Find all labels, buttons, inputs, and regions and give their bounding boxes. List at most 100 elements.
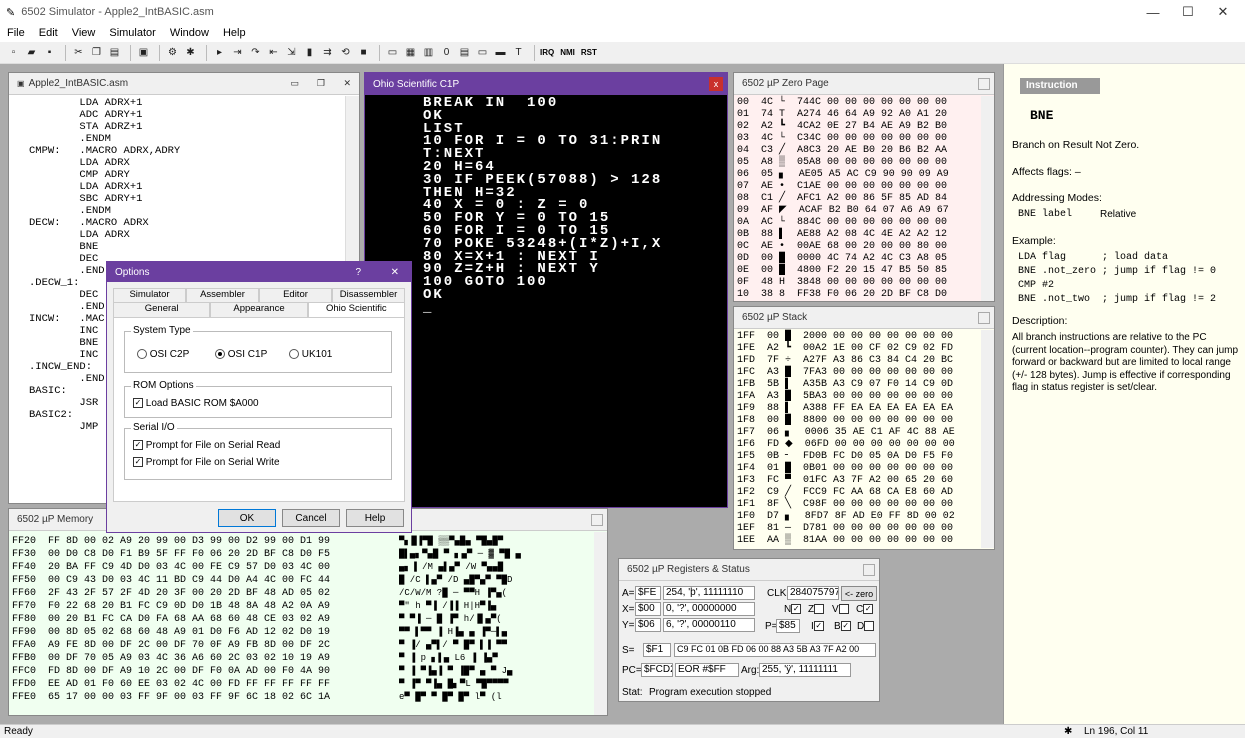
menu-simulator[interactable]: Simulator (102, 27, 162, 39)
close-icon[interactable]: ✕ (1200, 0, 1245, 24)
step-over-icon[interactable]: ↷ (248, 45, 263, 60)
menu-window[interactable]: Window (163, 27, 216, 39)
memory-close-icon[interactable] (591, 513, 603, 526)
options-tab[interactable]: General (113, 302, 211, 317)
y-register-field[interactable]: $06 (635, 618, 661, 632)
source-minimize-icon[interactable]: ▭ (290, 78, 299, 89)
flag-d-checkbox[interactable]: D (857, 621, 875, 632)
irq-button[interactable]: IRQ (540, 48, 554, 57)
zeropage-close-icon[interactable] (978, 77, 990, 90)
options-help-icon[interactable]: ? (355, 267, 361, 278)
flag-c-checkbox[interactable]: C ✓ (856, 604, 874, 615)
assemble-icon[interactable]: ⚙ (165, 45, 180, 60)
options-tab[interactable]: Appearance (210, 302, 308, 317)
run-icon[interactable]: ▸ (212, 45, 227, 60)
options-close-icon[interactable]: ✕ (391, 267, 399, 278)
options-page: System Type OSI C2P OSI C1P UK101 ROM Op… (113, 317, 405, 502)
flag-n-checkbox[interactable]: N ✓ (784, 604, 802, 615)
rst-button[interactable]: RST (581, 48, 597, 57)
memory-scrollbar[interactable] (594, 532, 607, 715)
p-register-field[interactable]: $85 (776, 619, 800, 633)
flag-b-checkbox[interactable]: B ✓ (834, 621, 851, 632)
stack-bytes-field: C9 FC 01 0B FD 06 00 88 A3 5B A3 7F A2 0… (674, 643, 876, 657)
serial-write-checkbox[interactable]: ✓ Prompt for File on Serial Write (133, 457, 280, 468)
options-tab[interactable]: Assembler (186, 288, 259, 302)
osi-c2p-radio[interactable]: OSI C2P (137, 349, 189, 360)
step-into-icon[interactable]: ⇥ (230, 45, 245, 60)
zeropage-row: 00 4C └ 744C 00 00 00 00 00 00 00 (737, 97, 948, 108)
break-icon[interactable]: ▮ (302, 45, 317, 60)
status-text: Ready (4, 726, 33, 737)
stack-row: 1F2 C9 ╱ FCC9 FC AA 68 CA E8 60 AD (737, 487, 954, 498)
paste-icon[interactable]: ▤ (107, 45, 122, 60)
memory-view-icon[interactable]: ▦ (403, 45, 418, 60)
stack-dump[interactable]: 1FF 00 █ 2000 00 00 00 00 00 00 00 1FE A2… (737, 331, 955, 547)
new-file-icon[interactable]: ▫ (6, 45, 21, 60)
example-line: CMP #2 (1018, 280, 1055, 291)
print-icon[interactable]: ▣ (136, 45, 151, 60)
stack-scrollbar[interactable] (981, 330, 994, 548)
debug-icon[interactable]: ✱ (183, 45, 198, 60)
cursor-position: Ln 196, Col 11 (1084, 726, 1149, 737)
restart-icon[interactable]: ⟲ (338, 45, 353, 60)
terminal-screen[interactable]: BREAK IN 100 OK LIST 10 FOR I = 0 TO 31:PRI… (423, 96, 662, 315)
menu-file[interactable]: File (0, 27, 32, 39)
instruction-tab[interactable]: Instruction (1020, 78, 1100, 94)
menu-edit[interactable]: Edit (32, 27, 65, 39)
registers-view-icon[interactable]: ▥ (421, 45, 436, 60)
io-view-icon[interactable]: ▭ (475, 45, 490, 60)
run-to-cursor-icon[interactable]: ⇲ (284, 45, 299, 60)
options-tab[interactable]: Ohio Scientific (307, 302, 405, 317)
log-view-icon[interactable]: ▬ (493, 45, 508, 60)
disasm-view-icon[interactable]: ▭ (385, 45, 400, 60)
save-icon[interactable]: ▪ (42, 45, 57, 60)
zeropage-row: 07 AE • C1AE 00 00 00 00 00 00 00 (737, 181, 948, 192)
zero-clock-button[interactable]: <- zero (841, 586, 877, 601)
skip-icon[interactable]: ⇉ (320, 45, 335, 60)
terminal-view-icon[interactable]: T (511, 45, 526, 60)
uk101-radio[interactable]: UK101 (289, 349, 332, 360)
stack-view-icon[interactable]: ▤ (457, 45, 472, 60)
toolbar: ▫ ▰ ▪ ✂ ❐ ▤ ▣ ⚙ ✱ ▸ ⇥ ↷ ⇤ ⇲ ▮ ⇉ ⟲ ■ ▭ ▦ … (0, 42, 1245, 64)
memory-row: FFE0 65 17 00 00 03 FF 9F 00 03 FF 9F 6C… (12, 692, 331, 703)
nmi-button[interactable]: NMI (560, 48, 575, 57)
memory-dump[interactable]: FF20 FF 8D 00 02 A9 20 99 00 D3 99 00 D2… (12, 535, 330, 704)
menu-help[interactable]: Help (216, 27, 253, 39)
source-restore-icon[interactable]: ❐ (317, 78, 325, 89)
open-folder-icon[interactable]: ▰ (24, 45, 39, 60)
clk-label: CLK: (767, 588, 790, 599)
a-register-field[interactable]: $FE (635, 586, 661, 600)
flag-i-checkbox[interactable]: I ✓ (811, 621, 824, 632)
options-tabs-row-1: Simulator Assembler Editor Disassembler (113, 288, 405, 302)
flag-z-checkbox[interactable]: Z (808, 604, 825, 615)
source-close-icon[interactable]: ✕ (343, 78, 351, 89)
cancel-button[interactable]: Cancel (282, 509, 340, 527)
help-button[interactable]: Help (346, 509, 404, 527)
menu-view[interactable]: View (65, 27, 103, 39)
options-tab[interactable]: Editor (259, 288, 332, 302)
stop-icon[interactable]: ■ (356, 45, 371, 60)
terminal-close-icon[interactable]: x (709, 77, 723, 91)
terminal-line: 100 GOTO 100 (423, 274, 548, 291)
options-tab[interactable]: Disassembler (332, 288, 405, 302)
s-register-field[interactable]: $F1 (643, 643, 671, 657)
osi-c1p-radio[interactable]: OSI C1P (215, 349, 267, 360)
pc-register-field[interactable]: $FCD2 (641, 663, 673, 677)
serial-read-checkbox[interactable]: ✓ Prompt for File on Serial Read (133, 440, 280, 451)
zeropage-scrollbar[interactable] (981, 96, 994, 301)
stack-close-icon[interactable] (978, 311, 990, 324)
options-tab[interactable]: Simulator (113, 288, 186, 302)
zeropage-dump[interactable]: 00 4C └ 744C 00 00 00 00 00 00 00 01 74 T… (737, 97, 949, 301)
ok-button[interactable]: OK (218, 509, 276, 527)
cut-icon[interactable]: ✂ (71, 45, 86, 60)
memory-ascii-row: ▀▖█▐▀█ ▒▒▀▄█▄ ▀█▄█▀ (399, 536, 504, 546)
registers-close-icon[interactable] (863, 563, 875, 576)
zeropage-view-icon[interactable]: 0 (439, 45, 454, 60)
load-basic-rom-checkbox[interactable]: ✓ Load BASIC ROM $A000 (133, 398, 259, 409)
stack-row: 1F9 88 ▌ A388 FF EA EA EA EA EA EA (737, 403, 954, 414)
step-out-icon[interactable]: ⇤ (266, 45, 281, 60)
flag-v-checkbox[interactable]: V (832, 604, 849, 615)
memory-ascii-row: ▀ ▐ p ▖▌▄ L6 ▐ ▐▄▀ (399, 653, 498, 663)
copy-icon[interactable]: ❐ (89, 45, 104, 60)
x-register-field[interactable]: $00 (635, 602, 661, 616)
